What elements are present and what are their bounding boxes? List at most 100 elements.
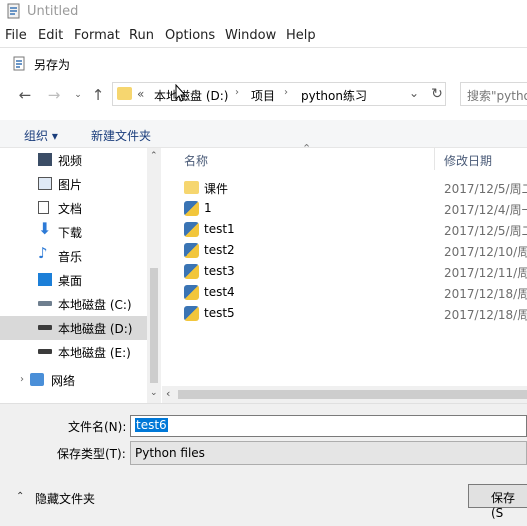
window-titlebar: Untitled: [0, 0, 527, 24]
sidebar-scrollbar[interactable]: ⌃ ⌄: [147, 148, 161, 403]
sidebar-item-videos[interactable]: 视频: [0, 148, 147, 172]
refresh-icon[interactable]: ↻: [428, 86, 446, 104]
window-title: Untitled: [27, 4, 79, 19]
column-header-date[interactable]: 修改日期: [444, 152, 492, 169]
picture-icon: [38, 177, 52, 190]
python-file-icon: [184, 306, 199, 321]
python-file-icon: [184, 243, 199, 258]
sidebar-item-label: 视频: [58, 154, 83, 168]
scroll-down-icon[interactable]: ⌄: [150, 388, 158, 398]
menu-file[interactable]: File: [5, 28, 27, 43]
file-date: 2017/12/4/周一: [444, 203, 527, 217]
music-icon: ♪: [38, 244, 48, 262]
save-button[interactable]: 保存(S: [468, 484, 527, 520]
sidebar-item-label: 音乐: [58, 250, 83, 264]
sidebar-item-drive-d[interactable]: 本地磁盘 (D:): [0, 316, 147, 340]
file-name: 课件: [204, 182, 229, 196]
menu-help[interactable]: Help: [286, 28, 316, 43]
sidebar-item-label: 本地磁盘 (D:): [58, 322, 133, 336]
breadcrumb-overflow[interactable]: «: [137, 87, 144, 101]
recent-chevron-icon[interactable]: ⌄: [68, 85, 88, 105]
mouse-cursor-icon: [175, 83, 187, 102]
python-file-icon: [184, 285, 199, 300]
up-arrow-icon[interactable]: ↑: [88, 85, 108, 105]
sidebar-item-label: 本地磁盘 (E:): [58, 346, 131, 360]
scrollbar-thumb[interactable]: [150, 268, 158, 383]
sidebar-item-label: 下载: [58, 226, 83, 240]
sidebar-item-desktop[interactable]: 桌面: [0, 268, 147, 292]
table-row[interactable]: test1 2017/12/5/周二: [162, 219, 527, 240]
file-name: test1: [204, 222, 235, 236]
filename-label: 文件名(N):: [68, 420, 127, 434]
folder-icon: [117, 87, 132, 100]
file-date: 2017/12/18/周: [444, 287, 527, 301]
hide-folders-button[interactable]: 隐藏文件夹: [35, 490, 95, 507]
sidebar-item-pictures[interactable]: 图片: [0, 172, 147, 196]
breadcrumb-separator-icon: ›: [235, 87, 239, 98]
dialog-toolbar: 组织 ▾ 新建文件夹: [0, 120, 527, 148]
forward-arrow-icon[interactable]: →: [44, 85, 64, 105]
table-row[interactable]: test3 2017/12/11/周: [162, 261, 527, 282]
document-icon: [38, 201, 49, 214]
sidebar-item-documents[interactable]: 文档: [0, 196, 147, 220]
table-row[interactable]: test4 2017/12/18/周: [162, 282, 527, 303]
filetype-select[interactable]: Python files: [130, 441, 527, 465]
scroll-up-icon[interactable]: ⌃: [150, 151, 158, 161]
sidebar-item-downloads[interactable]: ⬇ 下载: [0, 220, 147, 244]
search-input[interactable]: 搜索"pytho: [460, 82, 527, 106]
filename-field[interactable]: test6: [130, 415, 527, 437]
sidebar-item-network[interactable]: 网络: [0, 368, 147, 392]
drive-icon: [38, 325, 52, 330]
new-folder-button[interactable]: 新建文件夹: [91, 127, 151, 144]
filetype-label: 保存类型(T):: [57, 447, 126, 461]
file-name: test5: [204, 306, 235, 320]
folder-icon: [184, 181, 199, 194]
sidebar-item-drive-c[interactable]: 本地磁盘 (C:): [0, 292, 147, 316]
idle-app-icon: [6, 3, 22, 19]
sidebar-item-label: 桌面: [58, 274, 83, 288]
scrollbar-thumb[interactable]: [178, 390, 527, 399]
file-date: 2017/12/10/周: [444, 245, 527, 259]
organize-button[interactable]: 组织 ▾: [24, 127, 58, 144]
python-file-icon: [184, 201, 199, 216]
table-row[interactable]: 1 2017/12/4/周一: [162, 198, 527, 219]
collapse-chevron-icon[interactable]: ⌃: [16, 491, 24, 502]
file-date: 2017/12/5/周二: [444, 182, 527, 196]
address-dropdown-icon[interactable]: ⌄: [409, 86, 419, 100]
sidebar-item-label: 网络: [51, 374, 76, 388]
address-bar[interactable]: « 本地磁盘 (D:) › 项目 › python练习 ⌄: [112, 82, 446, 106]
breadcrumb-separator-icon: ›: [284, 87, 288, 98]
horizontal-scrollbar[interactable]: ‹: [162, 386, 527, 403]
file-date: 2017/12/18/周: [444, 308, 527, 322]
menu-options[interactable]: Options: [165, 28, 215, 43]
menu-run[interactable]: Run: [129, 28, 154, 43]
file-list: ⌃ 名称 修改日期 课件 2017/12/5/周二 1 2017/12/4/周一…: [162, 142, 527, 386]
drive-icon: [38, 349, 52, 354]
dialog-title: 另存为: [34, 58, 71, 72]
download-icon: ⬇: [38, 219, 52, 238]
breadcrumb-python[interactable]: python练习: [301, 87, 367, 104]
python-file-icon: [184, 264, 199, 279]
breadcrumb-project[interactable]: 项目: [251, 87, 275, 104]
file-name: test2: [204, 243, 235, 257]
breadcrumb-drive[interactable]: 本地磁盘 (D:): [154, 87, 228, 104]
column-divider[interactable]: [434, 148, 435, 170]
menu-edit[interactable]: Edit: [38, 28, 63, 43]
back-arrow-icon[interactable]: ←: [15, 85, 35, 105]
table-row[interactable]: 课件 2017/12/5/周二: [162, 177, 527, 198]
column-header-name[interactable]: 名称: [184, 152, 208, 169]
menu-format[interactable]: Format: [74, 28, 120, 43]
scroll-left-icon[interactable]: ‹: [166, 387, 170, 400]
menu-window[interactable]: Window: [225, 28, 276, 43]
table-row[interactable]: test5 2017/12/18/周: [162, 303, 527, 324]
table-row[interactable]: test2 2017/12/10/周: [162, 240, 527, 261]
sidebar-item-drive-e[interactable]: 本地磁盘 (E:): [0, 340, 147, 364]
file-name: test4: [204, 285, 235, 299]
sidebar-item-label: 文档: [58, 202, 83, 216]
sort-ascending-icon: ⌃: [302, 142, 312, 155]
python-file-icon: [184, 222, 199, 237]
sidebar-item-music[interactable]: ♪ 音乐: [0, 244, 147, 268]
sidebar-item-label: 图片: [58, 178, 83, 192]
save-as-dialog: 另存为 ← → ⌄ ↑ « 本地磁盘 (D:) › 项目 › python练习 …: [0, 47, 527, 526]
file-date: 2017/12/11/周: [444, 266, 527, 280]
